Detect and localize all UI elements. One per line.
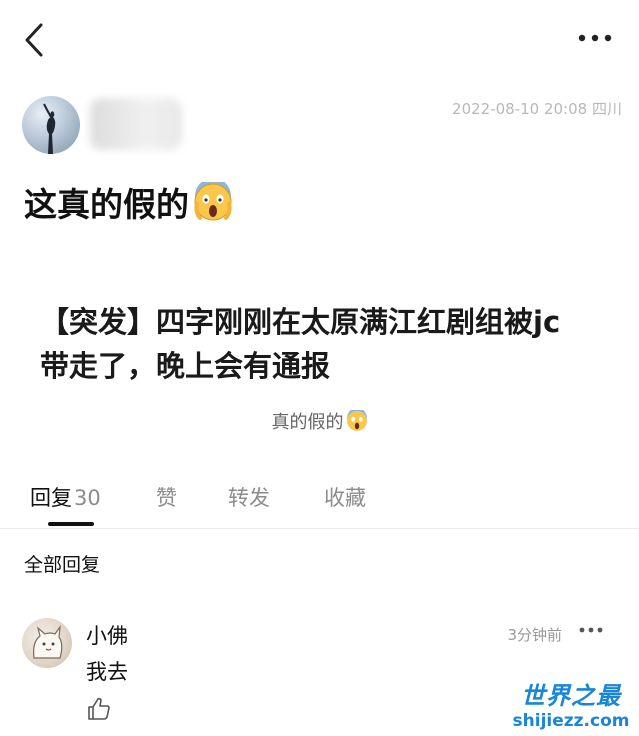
post-timestamp: 2022-08-10 20:08	[452, 100, 588, 118]
tab-reposts[interactable]: 转发	[228, 482, 270, 512]
image-caption: 真的假的	[0, 408, 639, 434]
post-meta: 2022-08-10 20:08 四川	[452, 98, 622, 119]
tab-label: 赞	[156, 486, 177, 510]
like-button[interactable]	[86, 696, 114, 724]
more-horizontal-icon	[579, 627, 603, 633]
comment-more-button[interactable]	[576, 620, 606, 640]
tab-likes[interactable]: 赞	[156, 482, 177, 512]
reply-count: 30	[74, 486, 101, 510]
post-body-line: 【突发】四字刚刚在太原满江红剧组被jc	[40, 305, 561, 339]
more-horizontal-icon	[578, 34, 612, 42]
tab-favorites[interactable]: 收藏	[324, 482, 366, 512]
more-options-button[interactable]	[575, 24, 615, 52]
watermark-logo: 世界之最 shijiezz.com	[511, 676, 631, 734]
tab-label: 转发	[228, 486, 270, 510]
comment-text: 我去	[86, 660, 128, 684]
post-location: 四川	[591, 100, 622, 118]
author-name-blurred	[90, 98, 182, 150]
caption-text: 真的假的	[271, 412, 344, 433]
watermark-title: 世界之最	[521, 682, 621, 710]
thumbs-up-icon	[88, 697, 110, 720]
author-avatar[interactable]	[22, 96, 80, 154]
tab-label: 收藏	[324, 486, 366, 510]
comment-username[interactable]: 小佛	[86, 620, 128, 650]
top-bar	[0, 0, 639, 80]
cat-illustration-icon	[33, 624, 63, 659]
active-tab-indicator	[48, 522, 94, 526]
post-body-line: 带走了，晚上会有通报	[40, 349, 331, 383]
comment-timestamp: 3分钟前	[507, 626, 562, 644]
person-silhouette-icon	[43, 103, 56, 154]
post-body: 【突发】四字刚刚在太原满江红剧组被jc 带走了，晚上会有通报	[40, 300, 600, 388]
tab-label: 回复	[30, 486, 72, 510]
post-detail-page: 2022-08-10 20:08 四川 这真的假的 【突发】四字刚刚在太原满江红…	[0, 0, 639, 736]
post-title-text: 这真的假的	[24, 185, 189, 224]
chevron-left-icon	[25, 23, 43, 57]
author-row: 2022-08-10 20:08 四川	[22, 96, 622, 156]
avatar[interactable]	[22, 618, 72, 668]
interaction-tabs: 回复30 赞 转发 收藏	[0, 470, 639, 529]
tab-replies[interactable]: 回复30	[30, 482, 101, 512]
section-label: 全部回复	[24, 554, 101, 576]
watermark-url: shijiezz.com	[512, 711, 630, 731]
face-screaming-emoji	[346, 410, 367, 431]
post-title: 这真的假的	[24, 178, 233, 226]
back-button[interactable]	[18, 20, 50, 60]
face-screaming-emoji	[194, 182, 232, 221]
